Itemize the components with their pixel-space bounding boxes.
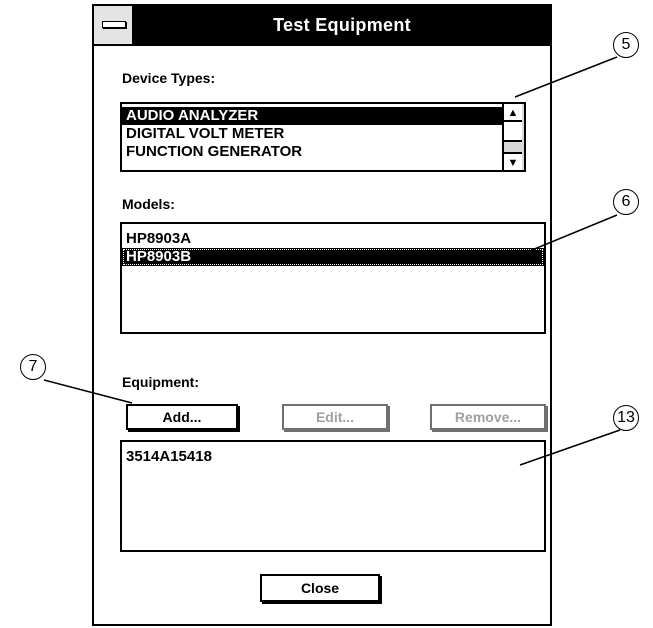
callout-5: 5 (613, 32, 639, 58)
callout-6: 6 (613, 189, 639, 215)
callout-7: 7 (20, 354, 46, 380)
callout-13: 13 (613, 405, 639, 431)
callout-leader-lines (43, 56, 621, 466)
